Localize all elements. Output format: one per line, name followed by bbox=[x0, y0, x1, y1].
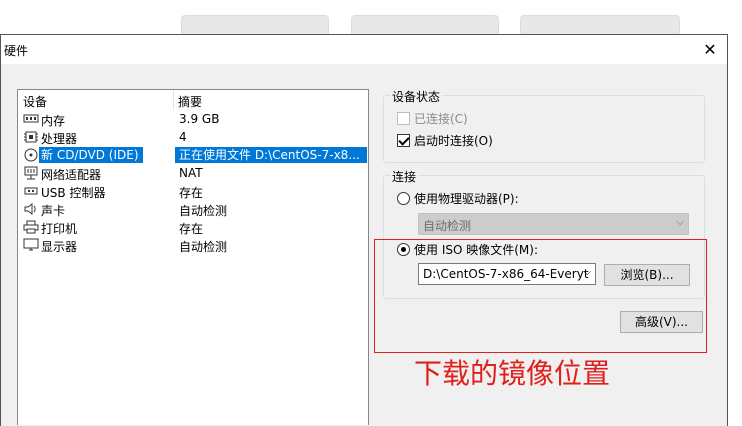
radio-circle bbox=[397, 192, 410, 205]
chevron-down-icon: ⌵ bbox=[676, 217, 684, 228]
list-header: 设备 摘要 bbox=[18, 90, 368, 110]
device-status-group: 设备状态 已连接(C) 启动时连接(O) bbox=[383, 88, 705, 163]
sound-icon bbox=[24, 203, 36, 215]
connect-at-power-on-checkbox[interactable]: 启动时连接(O) bbox=[397, 132, 493, 149]
annotation-highlight-box bbox=[374, 239, 707, 353]
column-header-summary[interactable]: 摘要 bbox=[178, 93, 202, 110]
column-header-device[interactable]: 设备 bbox=[23, 93, 47, 110]
device-row-sound[interactable]: 声卡 自动检测 bbox=[18, 200, 368, 218]
device-name: 显示器 bbox=[41, 240, 78, 254]
column-divider[interactable] bbox=[173, 90, 174, 110]
device-row-memory[interactable]: 内存 3.9 GB bbox=[18, 110, 368, 128]
connected-checkbox[interactable]: 已连接(C) bbox=[397, 110, 468, 127]
device-row-processor[interactable]: 处理器 4 bbox=[18, 128, 368, 146]
group-label: 连接 bbox=[390, 168, 419, 185]
title-bar: 硬件 ✕ bbox=[1, 35, 727, 64]
cpu-icon bbox=[24, 131, 38, 143]
device-summary: 4 bbox=[179, 130, 187, 144]
dropdown-value: 自动检测 bbox=[423, 219, 472, 233]
physical-drive-radio[interactable]: 使用物理驱动器(P): bbox=[397, 190, 519, 207]
device-summary: 自动检测 bbox=[179, 204, 228, 218]
close-icon: ✕ bbox=[703, 40, 717, 59]
display-icon bbox=[23, 238, 39, 251]
device-row-display[interactable]: 显示器 自动检测 bbox=[18, 236, 368, 254]
device-row-printer[interactable]: 打印机 存在 bbox=[18, 218, 368, 236]
device-list: 设备 摘要 内存 3.9 GB 处理器 4 新 CD/DVD (IDE) 正在使… bbox=[17, 89, 369, 425]
radio-label: 使用物理驱动器(P): bbox=[414, 192, 519, 206]
device-name: 打印机 bbox=[41, 222, 78, 236]
printer-icon bbox=[23, 220, 39, 234]
device-name: 新 CD/DVD (IDE) bbox=[39, 147, 143, 163]
device-summary: 自动检测 bbox=[179, 240, 228, 254]
checkbox-box bbox=[397, 112, 410, 125]
network-icon bbox=[24, 166, 38, 180]
device-summary: 3.9 GB bbox=[179, 112, 220, 126]
physical-drive-dropdown[interactable]: 自动检测 ⌵ bbox=[418, 213, 689, 235]
device-summary: NAT bbox=[179, 166, 203, 180]
dialog-title: 硬件 bbox=[4, 44, 29, 58]
group-label: 设备状态 bbox=[390, 88, 443, 105]
annotation-text: 下载的镜像位置 bbox=[414, 357, 611, 390]
device-name: 内存 bbox=[41, 114, 66, 128]
checkbox-box bbox=[397, 134, 410, 147]
device-summary: 存在 bbox=[179, 222, 204, 236]
hardware-dialog: 硬件 ✕ 设备 摘要 内存 3.9 GB 处理器 4 新 CD/DVD (IDE… bbox=[0, 34, 728, 426]
checkbox-label: 启动时连接(O) bbox=[414, 134, 493, 148]
device-name: USB 控制器 bbox=[41, 186, 106, 200]
device-row-cd-dvd[interactable]: 新 CD/DVD (IDE) 正在使用文件 D:\CentOS-7-x8... bbox=[18, 146, 368, 164]
close-button[interactable]: ✕ bbox=[693, 35, 727, 64]
device-row-network[interactable]: 网络适配器 NAT bbox=[18, 164, 368, 182]
device-name: 处理器 bbox=[41, 132, 78, 146]
device-row-usb[interactable]: USB 控制器 存在 bbox=[18, 182, 368, 200]
device-summary: 正在使用文件 D:\CentOS-7-x8... bbox=[175, 147, 367, 163]
device-summary: 存在 bbox=[179, 186, 204, 200]
cd-dvd-icon bbox=[24, 148, 38, 162]
device-name: 声卡 bbox=[41, 204, 66, 218]
memory-icon bbox=[23, 114, 39, 123]
usb-icon bbox=[24, 187, 38, 195]
checkbox-label: 已连接(C) bbox=[414, 112, 468, 126]
device-name: 网络适配器 bbox=[41, 168, 102, 182]
